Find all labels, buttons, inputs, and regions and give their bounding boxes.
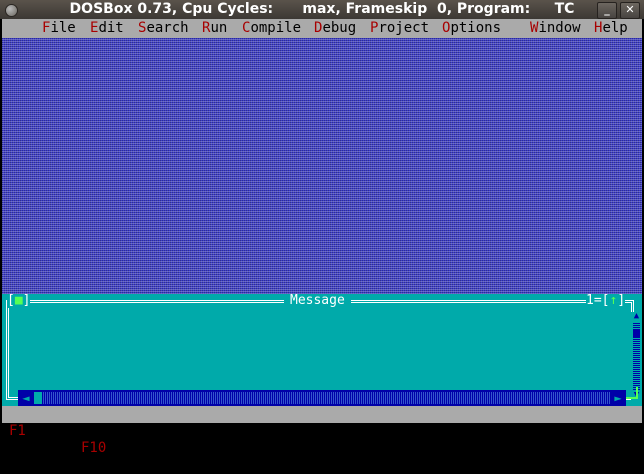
window-number-and-zoom[interactable]: 1=[↑]: [586, 293, 626, 308]
status-bar: F1 Help F10 Menu: [2, 406, 642, 456]
window-close-box[interactable]: [■]: [7, 293, 31, 308]
status-help[interactable]: F1 Help: [9, 423, 68, 440]
window-titlebar[interactable]: DOSBox 0.73, Cpu Cycles: max, Frameskip …: [0, 0, 644, 19]
menu-run[interactable]: Run: [202, 19, 227, 38]
window-title: DOSBox 0.73, Cpu Cycles: max, Frameskip …: [69, 1, 575, 17]
menu-compile[interactable]: Compile: [242, 19, 301, 38]
message-window-frame: [6, 300, 634, 400]
horizontal-scroll-track[interactable]: [34, 392, 610, 404]
resize-corner-icon[interactable]: [626, 387, 638, 399]
menu-options[interactable]: Options: [442, 19, 501, 38]
scroll-left-arrow-icon[interactable]: ◄: [18, 390, 34, 406]
menu-debug[interactable]: Debug: [314, 19, 356, 38]
vertical-scroll-thumb[interactable]: [633, 330, 640, 337]
window-number: 1: [586, 293, 594, 308]
close-button[interactable]: ✕: [620, 2, 640, 19]
horizontal-scroll-thumb[interactable]: [34, 392, 42, 404]
dos-screen: ≡ File Edit Search Run Compile Debug Pro…: [2, 19, 642, 456]
scroll-up-arrow-icon[interactable]: ▲: [632, 312, 641, 321]
menu-project[interactable]: Project: [370, 19, 429, 38]
menu-help[interactable]: Help: [594, 19, 628, 38]
horizontal-scrollbar[interactable]: ◄ ►: [18, 390, 626, 406]
menu-bar: ≡ File Edit Search Run Compile Debug Pro…: [2, 19, 642, 55]
scroll-right-arrow-icon[interactable]: ►: [610, 390, 626, 406]
message-window-title: Message: [284, 294, 351, 308]
desktop-area[interactable]: [2, 38, 642, 294]
minimize-button[interactable]: _: [597, 2, 617, 19]
menu-edit[interactable]: Edit: [90, 19, 124, 38]
status-menu[interactable]: F10 Menu: [81, 440, 148, 457]
menu-file[interactable]: File: [42, 19, 76, 38]
menu-search[interactable]: Search: [138, 19, 189, 38]
menu-window[interactable]: Window: [530, 19, 581, 38]
close-box-icon: ■: [14, 293, 23, 308]
